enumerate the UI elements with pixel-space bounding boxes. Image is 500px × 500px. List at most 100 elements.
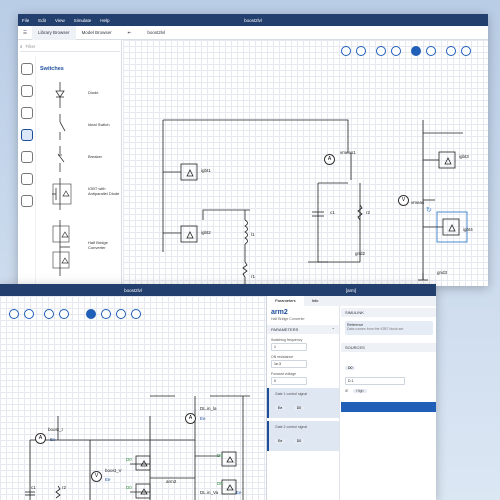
category-passive-icon[interactable] xyxy=(20,85,33,97)
zoom-in-button[interactable] xyxy=(376,46,386,56)
source-chip[interactable]: D0 xyxy=(345,366,356,370)
igbt1-label: igbt1 xyxy=(201,168,211,173)
boost-i-label: boost_I xyxy=(48,427,63,432)
gate1-row[interactable]: Gate 1 control signal Ee D0 xyxy=(267,388,339,418)
tab-info[interactable]: Info xyxy=(304,296,327,306)
inductor-symbol xyxy=(244,210,248,262)
menu-file[interactable]: File xyxy=(22,18,29,23)
library-item-label: IGBT with Antiparallel Diode xyxy=(88,186,120,196)
parameters-section-header[interactable]: PARAMETERS ⌃ xyxy=(267,325,339,334)
library-item-ideal-switch[interactable]: Ideal Switch xyxy=(40,112,120,142)
run-button[interactable] xyxy=(426,46,436,56)
param-label: ON resistance xyxy=(271,355,294,359)
settings-button[interactable] xyxy=(461,46,471,56)
gate2-row[interactable]: Gate 2 control signal Ee D0 xyxy=(267,421,339,451)
ammeter-icon[interactable]: A xyxy=(324,154,335,165)
front-igbt-lower xyxy=(135,483,151,499)
gate2-label: Gate 2 control signal xyxy=(275,425,308,429)
switching-frequency-input[interactable]: 1 xyxy=(271,343,307,351)
library-item-breaker[interactable]: Breaker xyxy=(40,144,120,174)
category-title: Switches xyxy=(40,66,64,72)
search-input[interactable]: ⌕ Filter xyxy=(20,42,120,52)
library-item-diode[interactable]: Diode xyxy=(40,80,120,110)
front-settings-button[interactable] xyxy=(131,309,141,319)
undo-button[interactable] xyxy=(341,46,351,56)
vmeas-label: vmeas xyxy=(411,200,425,205)
forward-voltage-input[interactable]: 0 xyxy=(271,377,307,385)
igbt2-label: igbt2 xyxy=(201,230,211,235)
igbt3-label: igbt3 xyxy=(459,154,469,159)
canvas-tab[interactable]: boost2lvl xyxy=(141,26,171,40)
front-zoom-in-button[interactable] xyxy=(44,309,54,319)
front-schematic-canvas[interactable]: A V A boost_I Ee boost_V Ee DL.in_la Ee … xyxy=(0,296,266,500)
sources-row: D0 xyxy=(341,354,436,376)
fit-button[interactable] xyxy=(411,46,421,56)
menu-view[interactable]: View xyxy=(55,18,65,23)
front-refresh-button[interactable] xyxy=(116,309,126,319)
gate2-chip-d0[interactable]: D0 xyxy=(293,439,305,443)
igbt-icon xyxy=(52,178,72,210)
front-ammeter-icon[interactable]: A xyxy=(35,433,46,444)
front-editor-window: boost2lvl [arm] A V A boost_I Ee boost_V… xyxy=(0,284,436,500)
category-sources-icon[interactable] xyxy=(20,63,33,75)
chevron-up-icon: ⌃ xyxy=(331,327,335,332)
front-ammeter2-icon[interactable]: A xyxy=(185,413,196,424)
d0-tag: D0 xyxy=(126,457,132,462)
voltmeter-icon[interactable]: V xyxy=(398,195,409,206)
category-meters-icon[interactable] xyxy=(20,107,33,119)
source-select[interactable]: D.1 xyxy=(345,377,405,385)
front-fit-button[interactable] xyxy=(86,309,96,319)
tab-model-browser[interactable]: Model Browser xyxy=(76,26,118,40)
source-value[interactable]: High xyxy=(353,389,367,393)
apply-button[interactable] xyxy=(341,402,436,412)
search-placeholder: Filter xyxy=(25,44,36,49)
breaker-icon xyxy=(57,146,65,172)
hamburger-icon[interactable]: ☰ xyxy=(18,26,32,40)
ee-tag: Ee xyxy=(236,490,242,495)
category-switches-icon[interactable] xyxy=(20,129,33,141)
library-item-label: Ideal Switch xyxy=(88,122,110,127)
library-browser: ⌕ Filter Switches Diode Ideal Switch Bre… xyxy=(18,40,122,286)
front-r2-label: r2 xyxy=(62,485,67,490)
front-redo-button[interactable] xyxy=(24,309,34,319)
sources-header: SOURCES xyxy=(341,343,436,352)
menu-simulate[interactable]: Simulate xyxy=(74,18,92,23)
category-display-icon[interactable] xyxy=(20,195,33,207)
simulink-header: SIMULINK xyxy=(341,308,436,317)
collapse-icon[interactable]: ⇤ xyxy=(122,26,138,40)
gate1-chip-d0[interactable]: D0 xyxy=(293,406,305,410)
front-run-button[interactable] xyxy=(101,309,111,319)
menu-help[interactable]: Help xyxy=(100,18,109,23)
front-zoom-out-button[interactable] xyxy=(59,309,69,319)
panel-tabs: Parameters Info xyxy=(267,296,436,306)
sources-title: SOURCES xyxy=(345,345,365,350)
simulink-note: Data comes from the IGBT block set xyxy=(347,327,404,331)
igbt4-label: igbt4 xyxy=(463,227,473,232)
simulink-column: SIMULINK Reference Data comes from the I… xyxy=(341,306,436,500)
front-voltmeter-icon[interactable]: V xyxy=(91,471,102,482)
tab-parameters[interactable]: Parameters xyxy=(267,296,304,306)
zoom-out-button[interactable] xyxy=(391,46,401,56)
front-title-bar: boost2lvl [arm] xyxy=(0,284,436,296)
redo-button[interactable] xyxy=(356,46,366,56)
library-item-half-bridge[interactable]: Half Bridge Converter xyxy=(40,218,120,278)
diode-icon xyxy=(55,82,65,108)
category-magnetic-icon[interactable] xyxy=(20,173,33,185)
source-value-row: IE High xyxy=(341,387,436,395)
front-undo-button[interactable] xyxy=(9,309,19,319)
gate2-chip-ee[interactable]: Ee xyxy=(275,439,286,443)
refresh-button[interactable] xyxy=(446,46,456,56)
library-item-igbt-diode[interactable]: IGBT with Antiparallel Diode xyxy=(40,176,120,212)
simulink-title: SIMULINK xyxy=(345,310,364,315)
igbt2-symbol xyxy=(163,225,198,243)
menu-edit[interactable]: Edit xyxy=(38,18,46,23)
gate1-chip-ee[interactable]: Ee xyxy=(275,406,286,410)
schematic-canvas[interactable]: ↻ A V vmeas1 igbt1 igbt2 igbt3 igbt4 c1 … xyxy=(123,40,488,286)
tab-library-browser[interactable]: Library Browser xyxy=(32,25,76,40)
on-resistance-input[interactable]: 1e-3 xyxy=(271,360,307,368)
category-control-icon[interactable] xyxy=(20,151,33,163)
simulink-reference[interactable]: Reference Data comes from the IGBT block… xyxy=(345,321,433,335)
dl-in-va-label: DL.in_Va xyxy=(200,490,219,495)
gate1-label: Gate 1 control signal xyxy=(275,392,308,396)
component-type: Half Bridge Converter xyxy=(271,317,305,321)
